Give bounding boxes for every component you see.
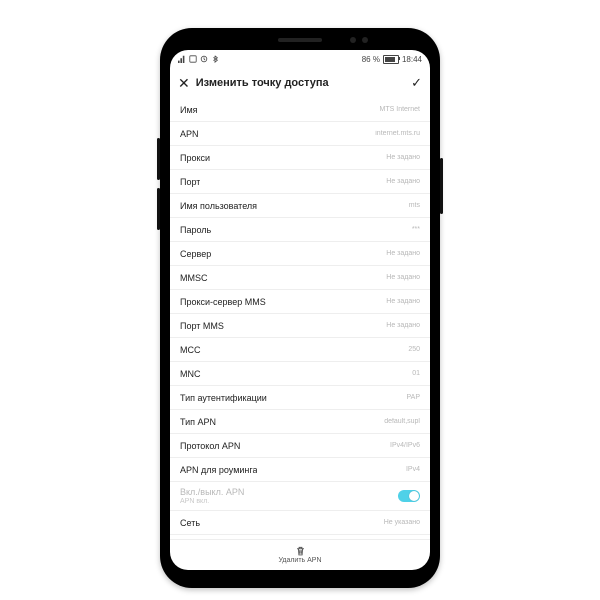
setting-value: Не задано bbox=[386, 154, 420, 161]
setting-label: Вкл./выкл. APN bbox=[180, 487, 244, 497]
setting-value: Не задано bbox=[386, 250, 420, 257]
setting-row[interactable]: Тип APN default,supl bbox=[170, 410, 430, 434]
setting-label: Тип аутентификации bbox=[180, 393, 267, 403]
trash-icon bbox=[295, 546, 306, 557]
setting-value: Не задано bbox=[386, 322, 420, 329]
setting-label: MMSC bbox=[180, 273, 208, 283]
setting-label: Тип APN bbox=[180, 417, 216, 427]
setting-row[interactable]: Имя пользователя mts bbox=[170, 194, 430, 218]
setting-label: Прокси-сервер MMS bbox=[180, 297, 266, 307]
phone-sensor bbox=[362, 37, 368, 43]
signal-icon bbox=[178, 55, 186, 63]
setting-row[interactable]: MCC 250 bbox=[170, 338, 430, 362]
bluetooth-icon bbox=[211, 55, 219, 63]
setting-row[interactable]: Пароль *** bbox=[170, 218, 430, 242]
volume-up-button bbox=[157, 138, 160, 180]
setting-label: APN для роуминга bbox=[180, 465, 257, 475]
setting-label: MNC bbox=[180, 369, 201, 379]
status-icons-left bbox=[178, 55, 219, 63]
setting-value: Не задано bbox=[386, 274, 420, 281]
setting-row[interactable]: MNC 01 bbox=[170, 362, 430, 386]
setting-row[interactable]: Тип аутентификации PAP bbox=[170, 386, 430, 410]
setting-label: Прокси bbox=[180, 153, 210, 163]
setting-value: Не задано bbox=[386, 298, 420, 305]
setting-row[interactable]: APN internet.mts.ru bbox=[170, 122, 430, 146]
setting-row[interactable]: Протокол APN IPv4/IPv6 bbox=[170, 434, 430, 458]
setting-label: Имя bbox=[180, 105, 198, 115]
setting-value: Не задано bbox=[386, 178, 420, 185]
setting-label: Протокол APN bbox=[180, 441, 240, 451]
footer-label: Удалить APN bbox=[278, 557, 321, 564]
setting-label: Сеть bbox=[180, 518, 200, 528]
status-icons-right: 86 % 18:44 bbox=[362, 55, 422, 64]
header: ✕ Изменить точку доступа ✓ bbox=[170, 68, 430, 98]
nfc-icon bbox=[189, 55, 197, 63]
setting-row[interactable]: Прокси Не задано bbox=[170, 146, 430, 170]
clock: 18:44 bbox=[402, 55, 422, 64]
setting-value: mts bbox=[409, 202, 420, 209]
setting-value: Не указано bbox=[384, 519, 420, 526]
battery-icon bbox=[383, 55, 399, 64]
setting-value: internet.mts.ru bbox=[375, 130, 420, 137]
confirm-icon[interactable]: ✓ bbox=[411, 75, 422, 91]
settings-list: Имя MTS Internet APN internet.mts.ru Прокси Н… bbox=[170, 98, 430, 539]
close-icon[interactable]: ✕ bbox=[178, 75, 190, 92]
apn-toggle[interactable] bbox=[398, 490, 420, 502]
apn-enable-row[interactable]: Вкл./выкл. APNAPN вкл. bbox=[170, 482, 430, 511]
power-button bbox=[440, 158, 443, 214]
setting-value: 250 bbox=[408, 346, 420, 353]
setting-row[interactable]: Порт MMS Не задано bbox=[170, 314, 430, 338]
phone-sensor bbox=[350, 37, 356, 43]
setting-label: Сервер bbox=[180, 249, 211, 259]
setting-value: 01 bbox=[412, 370, 420, 377]
setting-row[interactable]: Порт Не задано bbox=[170, 170, 430, 194]
setting-sublabel: APN вкл. bbox=[180, 498, 209, 505]
footer-delete-apn[interactable]: Удалить APN bbox=[170, 539, 430, 570]
setting-label: APN bbox=[180, 129, 199, 139]
battery-percent: 86 % bbox=[362, 55, 380, 64]
setting-label: Пароль bbox=[180, 225, 211, 235]
setting-value: IPv4 bbox=[406, 466, 420, 473]
setting-label: Порт bbox=[180, 177, 200, 187]
setting-label: Порт MMS bbox=[180, 321, 224, 331]
volume-down-button bbox=[157, 188, 160, 230]
setting-row[interactable]: Сеть Не указано bbox=[170, 511, 430, 535]
setting-value: PAP bbox=[407, 394, 421, 401]
setting-value: default,supl bbox=[384, 418, 420, 425]
screen: 86 % 18:44 ✕ Изменить точку доступа ✓ Им… bbox=[170, 50, 430, 570]
alarm-icon bbox=[200, 55, 208, 63]
phone-speaker bbox=[278, 38, 322, 42]
setting-label: MCC bbox=[180, 345, 201, 355]
setting-row[interactable]: APN для роуминга IPv4 bbox=[170, 458, 430, 482]
setting-value: IPv4/IPv6 bbox=[390, 442, 420, 449]
setting-row[interactable]: MMSC Не задано bbox=[170, 266, 430, 290]
setting-row[interactable]: Сервер Не задано bbox=[170, 242, 430, 266]
setting-value: *** bbox=[412, 226, 420, 233]
phone-frame: 86 % 18:44 ✕ Изменить точку доступа ✓ Им… bbox=[160, 28, 440, 588]
page-title: Изменить точку доступа bbox=[196, 77, 411, 89]
setting-row[interactable]: Имя MTS Internet bbox=[170, 98, 430, 122]
setting-value: MTS Internet bbox=[380, 106, 420, 113]
setting-label: Имя пользователя bbox=[180, 201, 257, 211]
setting-row[interactable]: Прокси-сервер MMS Не задано bbox=[170, 290, 430, 314]
status-bar: 86 % 18:44 bbox=[170, 50, 430, 68]
